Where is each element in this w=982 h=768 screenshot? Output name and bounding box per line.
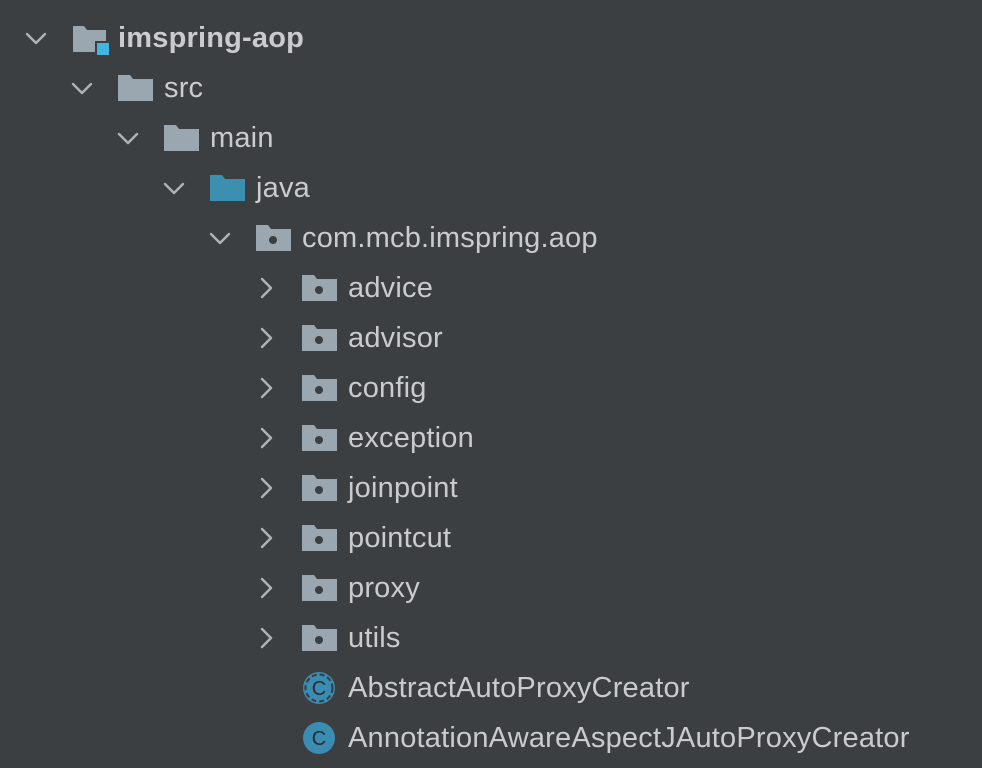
- tree-node-class[interactable]: C AbstractAutoProxyCreator: [0, 663, 740, 713]
- tree-node-subpackage[interactable]: advisor: [0, 313, 470, 363]
- chevron-down-icon[interactable]: [24, 26, 48, 50]
- package-icon: [302, 424, 337, 452]
- tree-node-subpackage[interactable]: exception: [0, 413, 500, 463]
- tree-node-subpackage[interactable]: proxy: [0, 563, 440, 613]
- package-icon: [302, 574, 337, 602]
- tree-node-label: pointcut: [348, 522, 452, 554]
- abstract-class-icon: C: [302, 671, 336, 705]
- chevron-right-icon[interactable]: [254, 276, 278, 300]
- tree-node-label: AbstractAutoProxyCreator: [348, 672, 690, 704]
- folder-icon: [164, 124, 199, 152]
- svg-text:C: C: [312, 678, 326, 700]
- svg-text:C: C: [312, 728, 326, 750]
- tree-node-label: AnnotationAwareAspectJAutoProxyCreator: [348, 722, 910, 754]
- chevron-right-icon[interactable]: [254, 326, 278, 350]
- class-icon: C: [302, 721, 336, 755]
- project-tree: imspring-aop src main java com.mcb.imspr…: [0, 0, 982, 768]
- tree-node-class[interactable]: C AnnotationAwareAspectJAutoProxyCreator: [0, 713, 975, 763]
- tree-node-label: config: [348, 372, 427, 404]
- tree-node-label: proxy: [348, 572, 420, 604]
- chevron-down-icon[interactable]: [116, 126, 140, 150]
- tree-node-label: advice: [348, 272, 434, 304]
- tree-node-label: src: [164, 72, 204, 104]
- tree-node-subpackage[interactable]: config: [0, 363, 460, 413]
- tree-node-label: joinpoint: [348, 472, 458, 504]
- source-root-folder-icon: [210, 174, 245, 202]
- tree-node-subpackage[interactable]: pointcut: [0, 513, 480, 563]
- chevron-right-icon[interactable]: [254, 576, 278, 600]
- tree-node-subpackage[interactable]: joinpoint: [0, 463, 490, 513]
- package-icon: [302, 624, 337, 652]
- tree-node-label: exception: [348, 422, 474, 454]
- tree-node-label: java: [256, 172, 310, 204]
- tree-node-java[interactable]: java: [0, 163, 330, 213]
- chevron-right-icon[interactable]: [254, 476, 278, 500]
- tree-node-subpackage[interactable]: utils: [0, 613, 420, 663]
- package-icon: [302, 274, 337, 302]
- tree-node-src[interactable]: src: [0, 63, 220, 113]
- package-icon: [302, 374, 337, 402]
- tree-node-label: utils: [348, 622, 401, 654]
- module-folder-icon: [72, 24, 109, 55]
- tree-node-root[interactable]: imspring-aop: [0, 13, 340, 63]
- chevron-down-icon[interactable]: [208, 226, 232, 250]
- tree-node-label: imspring-aop: [118, 22, 305, 54]
- chevron-right-icon[interactable]: [254, 426, 278, 450]
- package-icon: [256, 224, 291, 252]
- chevron-right-icon[interactable]: [254, 526, 278, 550]
- chevron-down-icon[interactable]: [162, 176, 186, 200]
- chevron-right-icon[interactable]: [254, 626, 278, 650]
- tree-node-label: main: [210, 122, 274, 154]
- tree-node-label: advisor: [348, 322, 443, 354]
- tree-node-main[interactable]: main: [0, 113, 300, 163]
- package-icon: [302, 474, 337, 502]
- package-icon: [302, 524, 337, 552]
- tree-node-package[interactable]: com.mcb.imspring.aop: [0, 213, 660, 263]
- package-icon: [302, 324, 337, 352]
- chevron-down-icon[interactable]: [70, 76, 94, 100]
- tree-node-label: com.mcb.imspring.aop: [302, 222, 598, 254]
- chevron-right-icon[interactable]: [254, 376, 278, 400]
- folder-icon: [118, 74, 153, 102]
- tree-node-subpackage[interactable]: advice: [0, 263, 460, 313]
